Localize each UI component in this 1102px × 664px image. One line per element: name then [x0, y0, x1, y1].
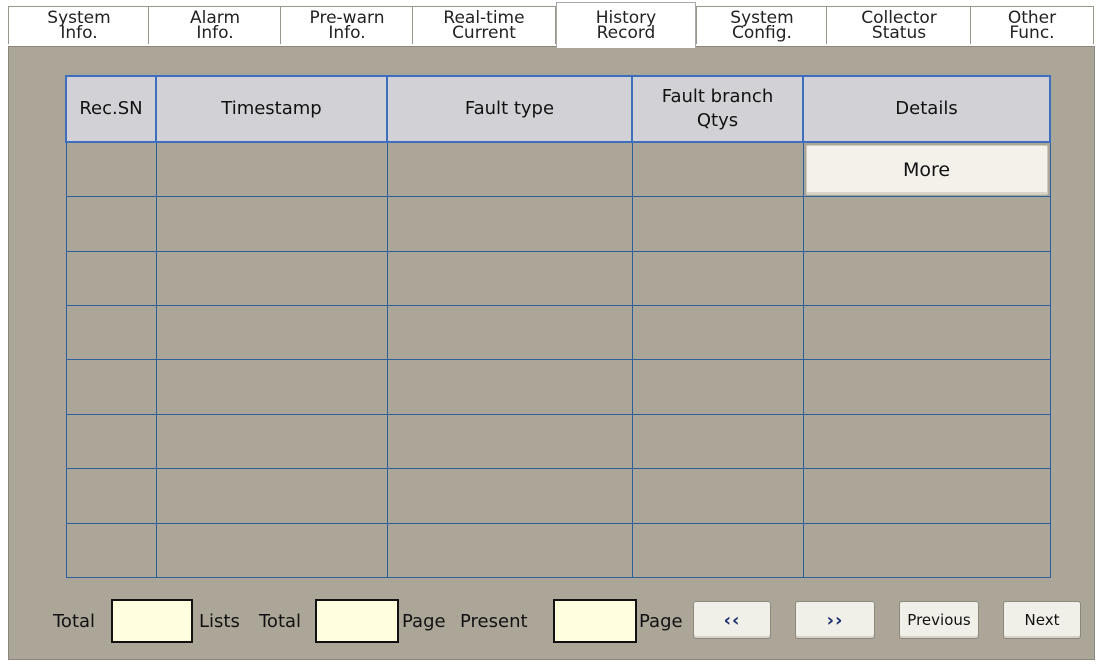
table-cell [631, 250, 804, 307]
table-cell [386, 196, 633, 252]
table-cell [631, 196, 804, 252]
table-cell [386, 413, 633, 470]
tab-collector-status[interactable]: Collector Status [826, 6, 972, 44]
total-label: Total [53, 611, 96, 632]
tab-system-config[interactable]: System Config. [696, 6, 828, 44]
column-header-rec-sn: Rec.SN [65, 75, 157, 143]
page-label: Page [402, 611, 446, 632]
double-chevron-left-icon: ‹‹ [723, 609, 741, 631]
tab-bar: System Info. Alarm Info. Pre-warn Info. … [0, 0, 1102, 48]
table-cell [386, 522, 633, 579]
table-cell [802, 522, 1051, 579]
tab-pre-warn-info[interactable]: Pre-warn Info. [280, 6, 414, 44]
history-record-panel: Rec.SN Timestamp Fault type Fault branch… [8, 46, 1095, 660]
table-row: More [65, 141, 1051, 198]
column-header-details: Details [802, 75, 1051, 143]
table-cell [155, 413, 388, 470]
table-row [65, 522, 1051, 579]
table-row [65, 413, 1051, 470]
tab-system-info[interactable]: System Info. [8, 6, 150, 44]
double-chevron-right-icon: ›› [826, 609, 844, 631]
table-cell [155, 196, 388, 252]
table-header-row: Rec.SN Timestamp Fault type Fault branch… [65, 75, 1051, 143]
total-lists-field [111, 599, 193, 643]
table-cell [386, 468, 633, 524]
table-cell [65, 141, 157, 198]
table-row [65, 250, 1051, 307]
table-cell [65, 522, 157, 579]
column-header-fault-branch-qtys: Fault branch Qtys [631, 75, 804, 143]
pagination-bar: Total Lists Total Page Present Page ‹‹ ›… [9, 599, 1094, 645]
first-page-button[interactable]: ‹‹ [693, 601, 771, 639]
table-row [65, 196, 1051, 252]
table-cell [155, 305, 388, 361]
table-cell [631, 413, 804, 470]
table-cell [155, 250, 388, 307]
previous-button[interactable]: Previous [899, 601, 979, 639]
table-cell [65, 468, 157, 524]
present-page-field [553, 599, 637, 643]
table-cell [631, 522, 804, 579]
table-cell [65, 413, 157, 470]
more-button[interactable]: More [805, 144, 1048, 195]
table-cell [65, 359, 157, 415]
tab-history-record[interactable]: History Record [556, 2, 696, 48]
table-cell [631, 141, 804, 198]
tab-real-time-current[interactable]: Real-time Current [412, 6, 556, 44]
table-row [65, 468, 1051, 524]
table-cell: More [802, 141, 1051, 198]
table-row [65, 305, 1051, 361]
table-cell [155, 468, 388, 524]
column-header-fault-type: Fault type [386, 75, 633, 143]
total-pages-label: Total [259, 611, 302, 632]
lists-label: Lists [199, 611, 240, 632]
table-cell [386, 359, 633, 415]
last-page-button[interactable]: ›› [795, 601, 875, 639]
table-cell [631, 468, 804, 524]
table-cell [802, 359, 1051, 415]
present-label: Present [460, 611, 528, 632]
table-cell [631, 359, 804, 415]
table-cell [65, 250, 157, 307]
table-cell [802, 250, 1051, 307]
table-cell [155, 141, 388, 198]
table-cell [155, 522, 388, 579]
next-button[interactable]: Next [1003, 601, 1081, 639]
table-cell [65, 196, 157, 252]
table-cell [65, 305, 157, 361]
table-cell [386, 250, 633, 307]
table-cell [386, 141, 633, 198]
tab-other-func[interactable]: Other Func. [970, 6, 1094, 44]
page-label-2: Page [639, 611, 683, 632]
total-pages-field [315, 599, 399, 643]
tab-alarm-info[interactable]: Alarm Info. [148, 6, 282, 44]
table-cell [155, 359, 388, 415]
column-header-timestamp: Timestamp [155, 75, 388, 143]
table-cell [802, 196, 1051, 252]
table-cell [386, 305, 633, 361]
table-cell [802, 468, 1051, 524]
table-cell [802, 413, 1051, 470]
history-record-table: Rec.SN Timestamp Fault type Fault branch… [65, 75, 1051, 579]
table-row [65, 359, 1051, 415]
table-cell [631, 305, 804, 361]
table-cell [802, 305, 1051, 361]
